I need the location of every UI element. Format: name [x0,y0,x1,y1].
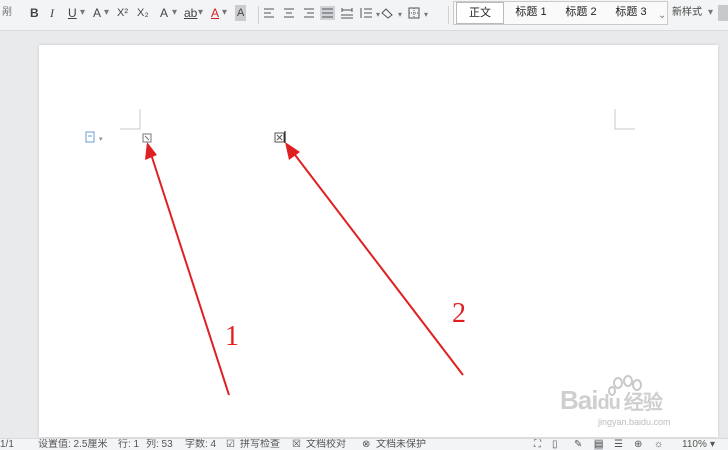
svg-text:▾: ▾ [99,135,103,143]
highlight-dropdown-icon[interactable]: ▾ [198,5,203,21]
protect-icon[interactable]: ⊗ [362,439,370,450]
outline-view-icon[interactable]: ☰ [614,439,623,450]
spell-check-button[interactable]: 拼写检查 [240,439,280,450]
status-word-count[interactable]: 字数: 4 [185,439,216,450]
status-position: 设置值: 2.5厘米 [38,439,108,450]
write-mode-icon[interactable]: ✎ [574,439,582,450]
shading-icon [381,8,393,19]
zoom-level[interactable]: 110% [682,439,707,450]
highlight-button[interactable]: ab [184,5,197,21]
annotation-label-1: 1 [225,321,239,352]
paragraph-tools: ▾ ▾ ▾ [264,6,428,20]
doc-proof-icon[interactable]: ☒ [292,439,301,450]
watermark-brand: Bai [560,385,598,415]
superscript-button[interactable]: X² [117,5,128,21]
read-mode-icon[interactable]: ▯ [552,439,558,450]
margin-corner-top-left [120,109,141,130]
svg-text:▾: ▾ [424,10,428,19]
font-color-a-button[interactable]: A [93,5,101,21]
annotation-label-2: 2 [452,298,466,329]
new-style-button[interactable]: 新样式 [672,5,702,21]
font-color-a-dropdown-icon[interactable]: ▾ [104,5,109,21]
style-gallery-more-icon[interactable]: ⌄ [658,8,666,24]
underline-button[interactable]: U [68,5,77,21]
watermark-brand2: du [597,392,620,414]
style-normal[interactable]: 正文 [456,2,504,24]
ribbon-overflow-button[interactable] [718,5,728,21]
doc-proof-button[interactable]: 文档校对 [306,439,346,450]
spell-check-icon[interactable]: ☑ [226,439,235,450]
italic-button[interactable]: I [50,5,54,21]
doc-unprotected-button[interactable]: 文档未保护 [376,439,426,450]
border-icon [408,7,420,19]
status-page[interactable]: 1/1 [0,439,14,450]
zoom-dropdown-icon[interactable]: ▾ [710,439,715,450]
ribbon-separator [258,6,259,24]
fullscreen-icon[interactable]: ⛶ [534,439,541,450]
eye-protection-icon[interactable]: ☼ [654,439,663,450]
char-shading-button[interactable]: A [235,5,247,21]
watermark-url: jingyan.baidu.com [598,417,671,427]
ribbon-left-cut-label: 剐 [2,7,12,18]
annotation-arrow-1 [145,142,230,396]
underline-dropdown-icon[interactable]: ▾ [80,5,85,21]
inserted-object-marker-1 [142,133,152,143]
distribute-icon [341,8,353,19]
text-effect-dropdown-icon[interactable]: ▾ [172,5,177,21]
formatting-ribbon: 剐 B I U ▾ A ▾ X² X₂ A ▾ ab ▾ A ▾ A ▾ ▾ ▾… [0,0,728,31]
ribbon-separator [448,6,449,24]
page-view-icon[interactable]: ▤ [594,439,604,450]
align-left-icon [264,8,274,18]
watermark-cn: 经验 [623,392,663,414]
align-right-icon [304,8,314,18]
status-row: 行: 1 [118,439,140,450]
text-effect-button[interactable]: A [160,5,168,21]
web-view-icon[interactable]: ⊕ [634,439,642,450]
bold-button[interactable]: B [30,5,39,21]
inserted-object-marker-2 [274,132,285,143]
new-style-dropdown-icon[interactable]: ▾ [708,5,713,21]
line-spacing-icon [360,8,372,18]
style-heading2[interactable]: 标题 2 [558,2,604,22]
style-heading1[interactable]: 标题 1 [508,2,554,22]
style-heading3[interactable]: 标题 3 [608,2,654,22]
svg-text:▾: ▾ [376,10,380,19]
status-col: 列: 53 [146,439,173,450]
font-color-dropdown-icon[interactable]: ▾ [222,5,227,21]
paste-options-icon: ▾ [85,131,103,143]
subscript-button[interactable]: X₂ [137,5,149,21]
status-bar: 1/1 设置值: 2.5厘米 行: 1 列: 53 字数: 4 ☑ 拼写检查 ☒… [0,438,728,450]
font-color-button[interactable]: A [211,5,219,21]
align-center-icon [284,8,294,18]
annotation-arrow-2 [285,142,464,376]
margin-corner-top-right [614,109,635,130]
svg-text:▾: ▾ [398,10,402,19]
